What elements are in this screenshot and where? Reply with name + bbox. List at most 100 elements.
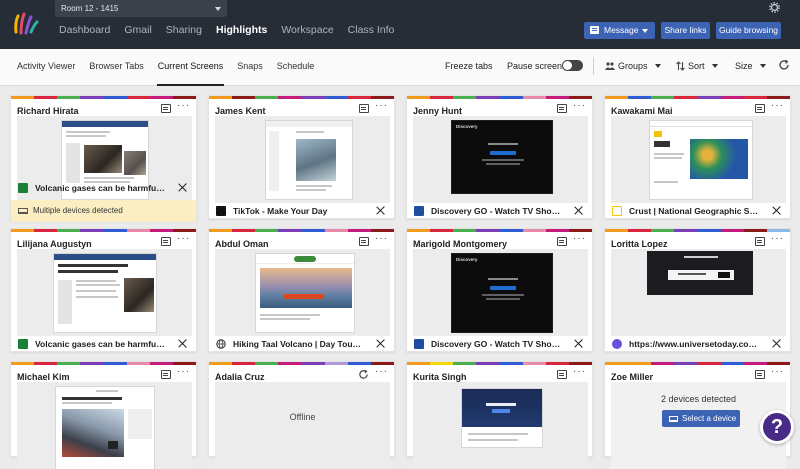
screen-thumbnail[interactable] [17, 249, 192, 336]
screen-thumbnail[interactable] [215, 116, 390, 203]
student-name[interactable]: Michael Kim [17, 372, 70, 382]
student-card[interactable]: Kawakami Mai ··· Crust | National Geogra… [604, 95, 791, 219]
student-card[interactable]: James Kent ··· TikTok - Make Your Day [208, 95, 395, 219]
tab-snaps[interactable]: Snaps [236, 49, 264, 86]
student-card[interactable]: Michael Kim ··· [10, 361, 197, 469]
chat-icon[interactable] [557, 104, 567, 113]
student-name[interactable]: Marigold Montgomery [413, 239, 507, 249]
chat-icon[interactable] [755, 237, 765, 246]
nav-dashboard[interactable]: Dashboard [59, 23, 110, 37]
student-name[interactable]: Richard Hirata [17, 106, 79, 116]
nav-class-info[interactable]: Class Info [348, 23, 395, 37]
refresh-icon[interactable] [358, 369, 369, 380]
student-card[interactable]: Abdul Oman ··· Hiking Taal Volcano | Day… [208, 228, 395, 352]
more-options-icon[interactable]: ··· [573, 101, 586, 111]
help-button[interactable]: ? [760, 410, 794, 444]
nav-sharing[interactable]: Sharing [166, 23, 202, 37]
chat-icon[interactable] [557, 370, 567, 379]
student-card[interactable]: Lilijana Augustyn ··· Volcanic gases can… [10, 228, 197, 352]
current-tab[interactable]: Volcanic gases can be harmful to health,… [17, 182, 190, 194]
screen-thumbnail[interactable] [215, 249, 390, 336]
screen-thumbnail[interactable] [611, 249, 786, 336]
student-card[interactable]: Kurita Singh ··· [406, 361, 593, 469]
groups-dropdown[interactable]: Groups [605, 49, 661, 86]
more-options-icon[interactable]: ··· [375, 101, 388, 111]
tab-current-screens[interactable]: Current Screens [156, 49, 225, 86]
select-device-button[interactable]: Select a device [662, 410, 740, 427]
student-name[interactable]: Adalia Cruz [215, 372, 265, 382]
chat-icon[interactable] [755, 370, 765, 379]
student-card[interactable]: Richard Hirata ··· Volcanic gases can be… [10, 95, 197, 222]
current-tab[interactable]: Discovery GO - Watch TV Shows Online [413, 205, 586, 217]
chat-icon[interactable] [359, 237, 369, 246]
student-card[interactable]: Zoe Miller ··· 2 devices detected Select… [604, 361, 791, 469]
screen-thumbnail[interactable]: Discovery [413, 116, 588, 203]
close-tab-icon[interactable] [574, 206, 583, 215]
student-name[interactable]: Abdul Oman [215, 239, 269, 249]
close-tab-icon[interactable] [376, 339, 385, 348]
student-card[interactable]: Adalia Cruz ··· Offline [208, 361, 395, 469]
student-name[interactable]: Kurita Singh [413, 372, 467, 382]
student-card[interactable]: Jenny Hunt ··· Discovery Discovery GO - … [406, 95, 593, 219]
tab-activity-viewer[interactable]: Activity Viewer [16, 49, 76, 86]
share-links-button[interactable]: Share links [661, 22, 710, 39]
current-tab[interactable]: Hiking Taal Volcano | Day Tours from Man… [215, 338, 388, 350]
current-tab[interactable]: Discovery GO - Watch TV Shows Online [413, 338, 586, 350]
page-preview [647, 251, 753, 295]
close-tab-icon[interactable] [178, 183, 187, 192]
more-options-icon[interactable]: ··· [573, 367, 586, 377]
screen-thumbnail[interactable] [611, 116, 786, 203]
close-tab-icon[interactable] [178, 339, 187, 348]
guide-browsing-button[interactable]: Guide browsing [716, 22, 781, 39]
student-name[interactable]: Kawakami Mai [611, 106, 673, 116]
chat-icon[interactable] [557, 237, 567, 246]
message-button[interactable]: Message [584, 22, 655, 39]
student-name[interactable]: Loritta Lopez [611, 239, 668, 249]
close-tab-icon[interactable] [772, 206, 781, 215]
refresh-icon[interactable] [778, 59, 790, 71]
student-name[interactable]: Lilijana Augustyn [17, 239, 92, 249]
chat-icon[interactable] [755, 104, 765, 113]
chat-icon[interactable] [161, 104, 171, 113]
more-options-icon[interactable]: ··· [375, 234, 388, 244]
student-card[interactable]: Loritta Lopez ··· https://www.universeto… [604, 228, 791, 352]
student-name[interactable]: James Kent [215, 106, 266, 116]
pause-screens-toggle[interactable] [562, 60, 583, 71]
gear-icon[interactable] [769, 2, 780, 13]
more-options-icon[interactable]: ··· [771, 234, 784, 244]
screen-thumbnail[interactable]: Discovery [413, 249, 588, 336]
chat-icon[interactable] [359, 104, 369, 113]
room-select[interactable]: Room 12 - 1415 [55, 0, 227, 17]
more-options-icon[interactable]: ··· [771, 367, 784, 377]
student-card[interactable]: Marigold Montgomery ··· Discovery Discov… [406, 228, 593, 352]
close-tab-icon[interactable] [772, 339, 781, 348]
screen-thumbnail[interactable] [17, 382, 192, 469]
current-tab[interactable]: https://www.universetoday.com/3 [611, 338, 784, 350]
chat-icon[interactable] [161, 237, 171, 246]
nav-gmail[interactable]: Gmail [124, 23, 151, 37]
more-options-icon[interactable]: ··· [177, 101, 190, 111]
current-tab[interactable]: Volcanic gases can be harmful to health,… [17, 338, 190, 350]
student-name[interactable]: Jenny Hunt [413, 106, 462, 116]
more-options-icon[interactable]: ··· [177, 367, 190, 377]
tab-browser-tabs[interactable]: Browser Tabs [88, 49, 144, 86]
close-tab-icon[interactable] [376, 206, 385, 215]
chat-icon[interactable] [161, 370, 171, 379]
freeze-tabs-button[interactable]: Freeze tabs [445, 49, 493, 86]
close-tab-icon[interactable] [574, 339, 583, 348]
more-options-icon[interactable]: ··· [375, 367, 388, 377]
more-options-icon[interactable]: ··· [177, 234, 190, 244]
size-dropdown[interactable]: Size [735, 49, 766, 86]
student-name[interactable]: Zoe Miller [611, 372, 653, 382]
sort-dropdown[interactable]: Sort [676, 49, 718, 86]
more-options-icon[interactable]: ··· [771, 101, 784, 111]
tab-schedule[interactable]: Schedule [276, 49, 316, 86]
nav-highlights[interactable]: Highlights [216, 23, 267, 37]
more-options-icon[interactable]: ··· [573, 234, 586, 244]
multiple-devices-warning[interactable]: Multiple devices detected [11, 200, 196, 222]
screen-thumbnail[interactable] [413, 382, 588, 469]
nav-workspace[interactable]: Workspace [281, 23, 333, 37]
app-logo-icon[interactable] [12, 10, 40, 36]
current-tab[interactable]: Crust | National Geographic Society [611, 205, 784, 217]
current-tab[interactable]: TikTok - Make Your Day [215, 205, 388, 217]
